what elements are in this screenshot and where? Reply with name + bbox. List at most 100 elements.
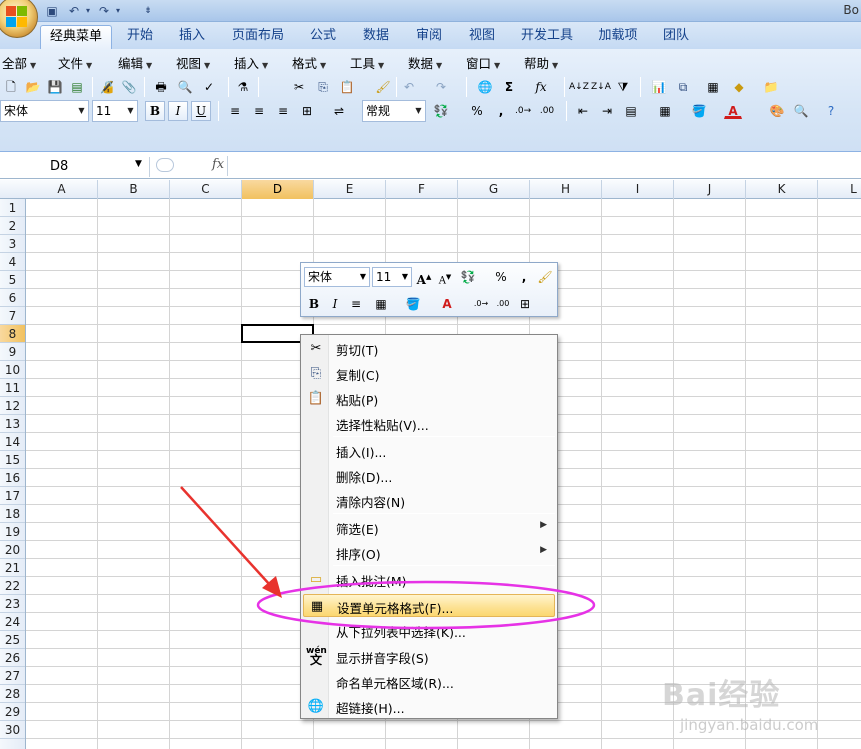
merge-center-icon[interactable]: ⊞ xyxy=(298,101,316,119)
permission-icon[interactable]: 🔏 xyxy=(98,77,116,95)
column-header[interactable]: I xyxy=(602,180,674,199)
row-header[interactable]: 14 xyxy=(0,433,25,451)
tab-developer[interactable]: 开发工具 xyxy=(516,25,578,49)
currency-icon[interactable]: 💱 xyxy=(432,101,450,119)
sort-ascending-icon[interactable]: A↓Z xyxy=(568,77,589,95)
row-header[interactable]: 1 xyxy=(0,199,25,217)
row-header[interactable]: 20 xyxy=(0,541,25,559)
save-icon[interactable]: ▣ xyxy=(44,3,60,19)
menu-item-delete[interactable]: 删除(D)... xyxy=(303,464,555,487)
tab-insert[interactable]: 插入 xyxy=(172,25,212,49)
insert-function-icon[interactable]: fx xyxy=(532,77,550,95)
undo-dropdown-icon[interactable]: ▾ xyxy=(80,3,96,19)
merge-center-icon[interactable]: ⊞ xyxy=(515,294,535,314)
row-header[interactable]: 6 xyxy=(0,289,25,307)
font-size-combo[interactable]: 11 ▼ xyxy=(92,100,138,122)
redo-icon[interactable]: ↷ xyxy=(432,77,450,95)
column-header[interactable]: G xyxy=(458,180,530,199)
research-icon[interactable]: ⚗ xyxy=(234,77,252,95)
zoom-icon[interactable]: 🔍 xyxy=(792,101,810,119)
mini-font-size-combo[interactable]: 11 ▼ xyxy=(372,267,412,287)
decrease-indent-icon[interactable]: ⇤ xyxy=(574,101,592,119)
format-painter-icon[interactable]: 🖌 xyxy=(535,267,555,287)
borders-icon[interactable]: ▦ xyxy=(371,294,391,314)
mini-italic-button[interactable]: I xyxy=(325,294,345,314)
number-format-combo[interactable]: 常规 ▼ xyxy=(362,100,426,122)
insert-function-button[interactable]: fx xyxy=(212,157,224,172)
save-icon[interactable]: 💾 xyxy=(46,77,64,95)
menu-tools[interactable]: 工具 ▼ xyxy=(350,53,384,72)
autosum-icon[interactable]: Σ xyxy=(500,77,518,95)
menu-edit[interactable]: 编辑 ▼ xyxy=(118,53,152,72)
increase-indent-icon[interactable]: ⇥ xyxy=(598,101,616,119)
hyperlink-icon[interactable]: 🌐 xyxy=(476,77,494,95)
open-icon[interactable]: 📂 xyxy=(24,77,42,95)
column-header[interactable]: F xyxy=(386,180,458,199)
tab-addins[interactable]: 加载项 xyxy=(592,25,644,49)
menu-item-paste[interactable]: 📋 粘贴(P) xyxy=(303,387,555,410)
align-center-icon[interactable]: ≡ xyxy=(250,101,268,119)
menu-data[interactable]: 数据 ▼ xyxy=(408,53,442,72)
sort-descending-icon[interactable]: Z↓A xyxy=(590,77,611,95)
row-header[interactable]: 7 xyxy=(0,307,25,325)
font-name-combo[interactable]: 宋体 ▼ xyxy=(0,100,89,122)
row-header[interactable]: 8 xyxy=(0,325,25,343)
menu-insert[interactable]: 插入 ▼ xyxy=(234,53,268,72)
menu-item-clear-contents[interactable]: 清除内容(N) xyxy=(303,489,555,512)
fill-color-icon[interactable]: 🪣 xyxy=(690,101,708,119)
tab-team[interactable]: 团队 xyxy=(656,25,696,49)
menu-item-insert[interactable]: 插入(I)... xyxy=(303,439,555,462)
menu-item-copy[interactable]: ⎘ 复制(C) xyxy=(303,362,555,385)
borders-icon[interactable]: ▦ xyxy=(656,101,674,119)
menu-all[interactable]: 全部 ▼ xyxy=(2,53,36,72)
row-header[interactable]: 11 xyxy=(0,379,25,397)
menu-help[interactable]: 帮助 ▼ xyxy=(524,53,558,72)
menu-item-insert-comment[interactable]: ▭ 插入批注(M) xyxy=(303,568,555,591)
align-right-icon[interactable]: ≡ xyxy=(274,101,292,119)
mini-bold-button[interactable]: B xyxy=(304,294,324,314)
attach-icon[interactable]: 📎 xyxy=(120,77,138,95)
column-header[interactable]: D xyxy=(242,180,314,199)
menu-item-hyperlink[interactable]: 🌐 超链接(H)... xyxy=(303,695,555,718)
menu-item-paste-special[interactable]: 选择性粘贴(V)... xyxy=(303,412,555,435)
column-header[interactable]: H xyxy=(530,180,602,199)
font-color-icon[interactable]: A xyxy=(437,294,457,314)
menu-view[interactable]: 视图 ▼ xyxy=(176,53,210,72)
menu-file[interactable]: 文件 ▼ xyxy=(58,53,92,72)
format-as-table-icon[interactable]: ▤ xyxy=(622,101,640,119)
fill-color-icon[interactable]: 🪣 xyxy=(403,294,423,314)
comma-button[interactable]: , xyxy=(492,101,510,119)
grow-font-icon[interactable]: A▲ xyxy=(414,267,434,287)
help-icon[interactable]: ? xyxy=(822,101,840,119)
grid-icon[interactable]: ▦ xyxy=(704,77,722,95)
pivot-icon[interactable]: ⧉ xyxy=(674,77,692,95)
row-header[interactable]: 10 xyxy=(0,361,25,379)
row-header[interactable]: 27 xyxy=(0,667,25,685)
tab-data[interactable]: 数据 xyxy=(356,25,396,49)
row-header[interactable]: 22 xyxy=(0,577,25,595)
row-header[interactable]: 3 xyxy=(0,235,25,253)
row-header[interactable]: 18 xyxy=(0,505,25,523)
tab-view[interactable]: 视图 xyxy=(462,25,502,49)
menu-item-pick-from-list[interactable]: 从下拉列表中选择(K)... xyxy=(303,619,555,642)
percent-button[interactable]: % xyxy=(468,101,486,119)
mini-percent-button[interactable]: % xyxy=(491,267,511,287)
row-header[interactable]: 16 xyxy=(0,469,25,487)
column-header[interactable]: C xyxy=(170,180,242,199)
row-header[interactable]: 21 xyxy=(0,559,25,577)
row-header[interactable]: 13 xyxy=(0,415,25,433)
underline-button[interactable]: U xyxy=(191,101,211,121)
menu-item-format-cells[interactable]: ▦ 设置单元格格式(F)... xyxy=(303,594,555,617)
row-header[interactable]: 9 xyxy=(0,343,25,361)
align-left-icon[interactable]: ≡ xyxy=(226,101,244,119)
row-header[interactable]: 26 xyxy=(0,649,25,667)
expand-icon[interactable] xyxy=(156,158,174,172)
italic-button[interactable]: I xyxy=(168,101,188,121)
copy-icon[interactable]: ⎘ xyxy=(314,77,332,95)
mini-comma-button[interactable]: , xyxy=(514,267,534,287)
column-header[interactable]: E xyxy=(314,180,386,199)
row-header[interactable]: 4 xyxy=(0,253,25,271)
column-header[interactable]: A xyxy=(26,180,98,199)
menu-item-filter[interactable]: 筛选(E) ▶ xyxy=(303,516,555,539)
menu-item-cut[interactable]: ✂ 剪切(T) xyxy=(303,337,555,360)
